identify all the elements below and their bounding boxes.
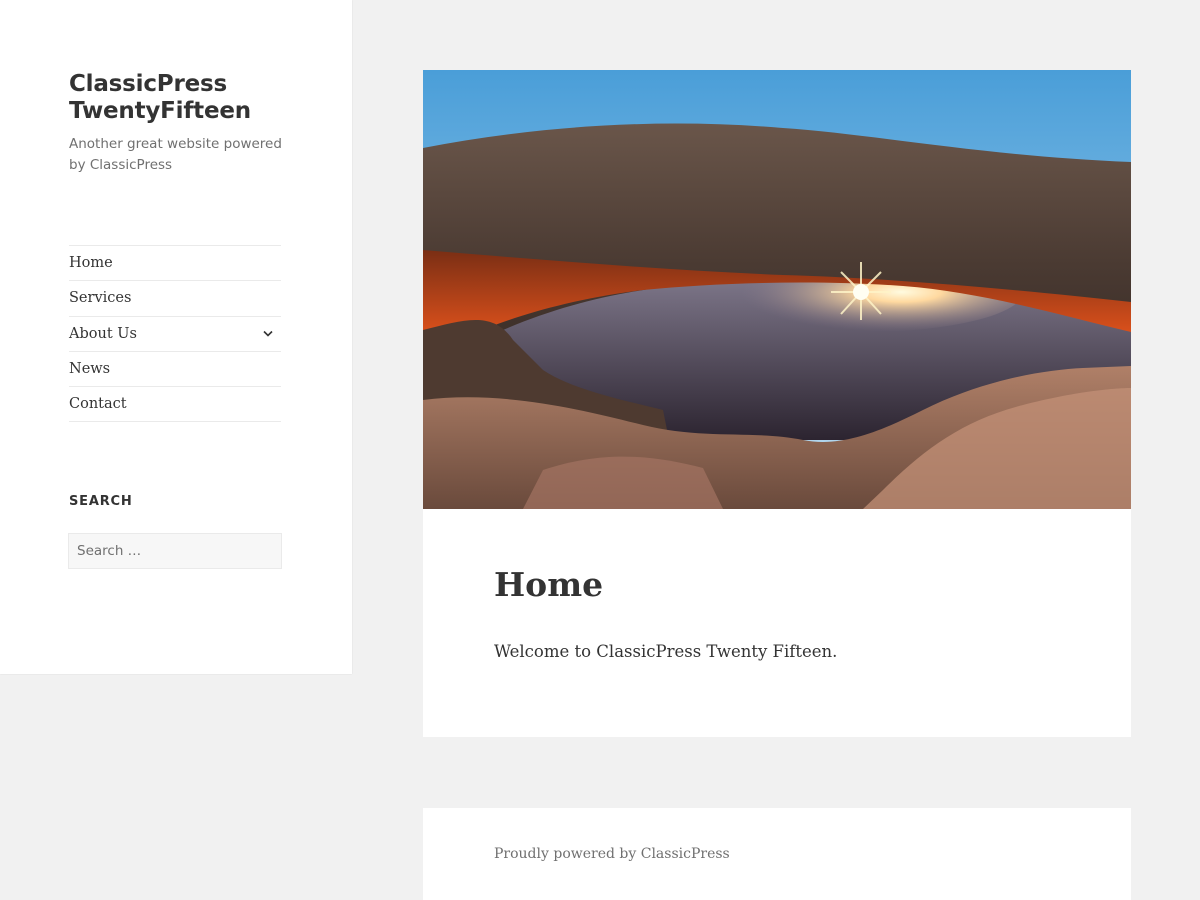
sidebar: ClassicPress TwentyFifteen Another great… — [0, 0, 352, 674]
main-navigation: Home Services About Us News Contact — [69, 245, 281, 423]
article-card: Home Welcome to ClassicPress Twenty Fift… — [423, 70, 1131, 737]
nav-item-home[interactable]: Home — [69, 246, 281, 282]
nav-item-label[interactable]: News — [69, 361, 110, 377]
site-tagline: Another great website powered by Classic… — [69, 136, 282, 173]
nav-item-label[interactable]: Home — [69, 255, 113, 271]
nav-item-news[interactable]: News — [69, 352, 281, 388]
nav-item-services[interactable]: Services — [69, 281, 281, 317]
nav-item-label[interactable]: Services — [69, 290, 131, 306]
nav-item-contact[interactable]: Contact — [69, 387, 281, 423]
nav-item-about-us[interactable]: About Us — [69, 317, 281, 352]
nav-item-label[interactable]: About Us — [69, 326, 137, 342]
hero-image — [423, 70, 1131, 509]
search-input[interactable] — [68, 533, 282, 569]
page-content: Welcome to ClassicPress Twenty Fifteen. — [494, 642, 838, 661]
chevron-down-icon[interactable] — [261, 327, 275, 341]
site-title-line-1[interactable]: ClassicPress — [69, 71, 309, 98]
footer-credit-link[interactable]: Proudly powered by ClassicPress — [494, 846, 730, 862]
nav-item-label[interactable]: Contact — [69, 396, 127, 412]
site-title-line-2[interactable]: TwentyFifteen — [69, 98, 309, 125]
site-footer: Proudly powered by ClassicPress — [423, 808, 1131, 900]
site-title[interactable]: ClassicPress TwentyFifteen — [69, 71, 309, 125]
page-title: Home — [494, 565, 604, 604]
search-widget-title: SEARCH — [69, 494, 133, 509]
